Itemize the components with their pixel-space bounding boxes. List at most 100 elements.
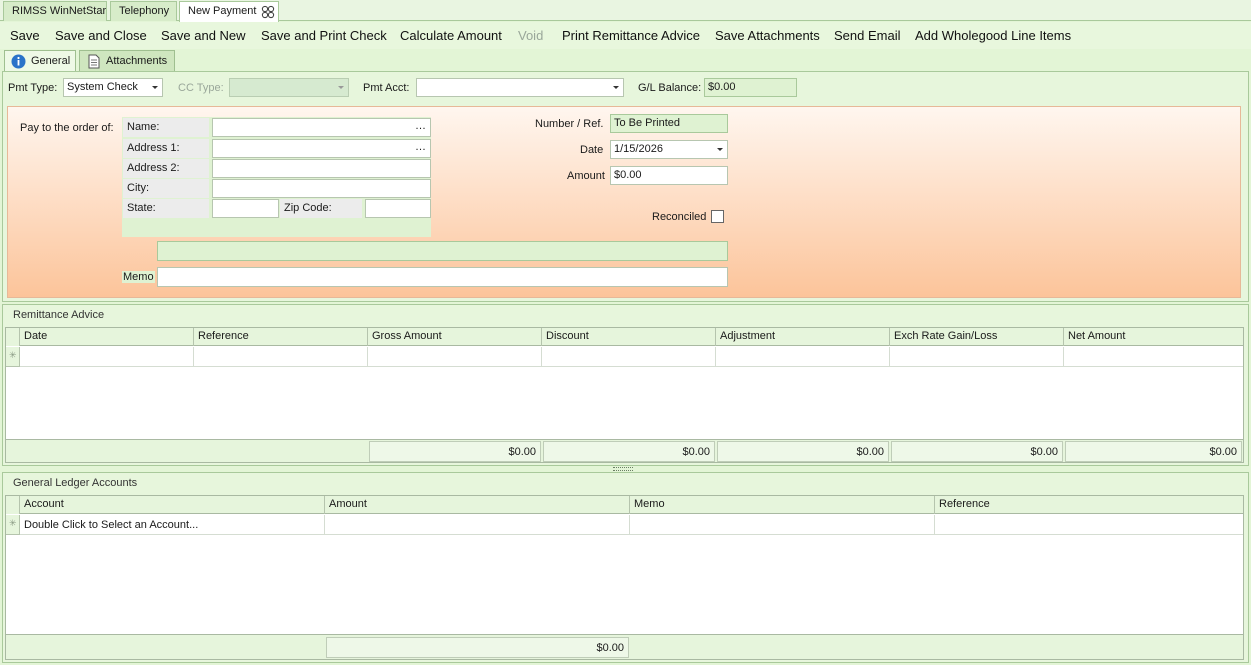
info-icon	[11, 54, 26, 69]
total-exch-rate: $0.00	[891, 441, 1063, 462]
row-indicator-header	[6, 496, 20, 514]
chevron-down-icon	[613, 86, 619, 89]
gl-balance-text: $0.00	[708, 81, 736, 93]
tab-general[interactable]: General	[4, 50, 76, 72]
col-gross-amount[interactable]: Gross Amount	[368, 328, 542, 346]
col-net-amount[interactable]: Net Amount	[1064, 328, 1243, 346]
tab-rimss-winnetstar[interactable]: RIMSS WinNetStar	[3, 1, 107, 21]
save-attachments-button[interactable]: Save Attachments	[715, 28, 820, 43]
date-label: Date	[580, 144, 604, 156]
browse-address-button[interactable]: …	[415, 141, 426, 153]
tab-attachments[interactable]: Attachments	[79, 50, 175, 71]
pmt-type-select[interactable]: System Check	[63, 78, 163, 97]
date-picker[interactable]: 1/15/2026	[610, 140, 728, 159]
col-date[interactable]: Date	[20, 328, 194, 346]
form-tab-strip: General Attachments	[0, 49, 1251, 72]
cc-type-select[interactable]	[229, 78, 349, 97]
new-row-cell[interactable]	[935, 515, 1243, 535]
reconciled-checkbox[interactable]	[711, 210, 724, 223]
save-and-new-button[interactable]: Save and New	[161, 28, 246, 43]
col-amount[interactable]: Amount	[325, 496, 630, 514]
new-row-cell[interactable]	[20, 347, 194, 367]
chevron-down-icon	[338, 86, 344, 89]
address1-field[interactable]: …	[212, 139, 431, 158]
reconciled-label: Reconciled	[652, 211, 707, 223]
amount-field[interactable]: $0.00	[610, 166, 728, 185]
tab-new-payment[interactable]: New Payment	[179, 1, 279, 22]
name-label: Name:	[123, 118, 209, 137]
pay-to-label: Pay to the order of:	[20, 122, 114, 134]
remittance-grid-header: Date Reference Gross Amount Discount Adj…	[6, 328, 1243, 346]
gl-grid-header: Account Amount Memo Reference	[6, 496, 1243, 514]
tab-general-label: General	[31, 55, 71, 67]
new-row-prompt: Double Click to Select an Account...	[24, 519, 199, 531]
send-email-button[interactable]: Send Email	[834, 28, 900, 43]
splitter-handle[interactable]	[613, 467, 633, 471]
void-button[interactable]: Void	[518, 28, 543, 43]
browse-name-button[interactable]: …	[415, 120, 426, 132]
col-adjustment[interactable]: Adjustment	[716, 328, 890, 346]
amount-value: $0.00	[614, 169, 642, 181]
new-row-indicator: ✳	[6, 347, 20, 367]
total-adjustment: $0.00	[717, 441, 889, 462]
print-remittance-advice-button[interactable]: Print Remittance Advice	[562, 28, 700, 43]
number-ref-label: Number / Ref.	[535, 118, 604, 130]
new-row-cell[interactable]	[325, 515, 630, 535]
save-and-close-button[interactable]: Save and Close	[55, 28, 147, 43]
city-field[interactable]	[212, 179, 431, 198]
asterisk-icon: ✳	[9, 350, 17, 360]
save-and-print-check-button[interactable]: Save and Print Check	[261, 28, 387, 43]
zip-field[interactable]	[365, 199, 431, 218]
document-icon	[86, 54, 101, 69]
gl-balance-value: $0.00	[704, 78, 797, 97]
document-tab-strip: RIMSS WinNetStar Telephony New Payment	[0, 0, 1251, 22]
total-gross-amount: $0.00	[369, 441, 541, 462]
new-account-cell[interactable]: Double Click to Select an Account...	[20, 515, 325, 535]
name-field[interactable]: …	[212, 118, 431, 137]
total-amount: $0.00	[326, 637, 629, 658]
new-row-cell[interactable]	[1064, 347, 1243, 367]
memo-field[interactable]	[157, 267, 728, 287]
total-net-amount: $0.00	[1065, 441, 1242, 462]
col-exch-rate[interactable]: Exch Rate Gain/Loss	[890, 328, 1064, 346]
state-label: State:	[123, 199, 209, 218]
remittance-grid: Date Reference Gross Amount Discount Adj…	[5, 327, 1244, 463]
tab-label: RIMSS WinNetStar	[12, 5, 107, 17]
address2-label: Address 2:	[123, 159, 209, 178]
col-memo[interactable]: Memo	[630, 496, 935, 514]
cc-type-label: CC Type:	[178, 82, 224, 94]
gl-grid: Account Amount Memo Reference ✳ Double C…	[5, 495, 1244, 660]
col-reference[interactable]: Reference	[935, 496, 1243, 514]
col-reference[interactable]: Reference	[194, 328, 368, 346]
pmt-type-label: Pmt Type:	[8, 82, 58, 94]
new-row-cell[interactable]	[194, 347, 368, 367]
save-button[interactable]: Save	[10, 28, 40, 43]
remittance-footer: $0.00 $0.00 $0.00 $0.00 $0.00	[6, 439, 1243, 462]
state-field[interactable]	[212, 199, 279, 218]
address-line-display	[157, 241, 728, 261]
add-wholegood-line-items-button[interactable]: Add Wholegood Line Items	[915, 28, 1071, 43]
new-row-indicator: ✳	[6, 515, 20, 535]
number-ref-field: To Be Printed	[610, 114, 728, 133]
pmt-acct-label: Pmt Acct:	[363, 82, 410, 94]
new-row-cell[interactable]	[890, 347, 1064, 367]
asterisk-icon: ✳	[9, 518, 17, 528]
chevron-down-icon	[152, 86, 158, 89]
col-discount[interactable]: Discount	[542, 328, 716, 346]
pmt-acct-select[interactable]	[416, 78, 624, 97]
new-row-cell[interactable]	[368, 347, 542, 367]
pmt-type-value: System Check	[67, 81, 138, 93]
zip-label: Zip Code:	[280, 199, 362, 218]
new-row-cell[interactable]	[542, 347, 716, 367]
tab-label: Telephony	[119, 5, 170, 17]
calculate-amount-button[interactable]: Calculate Amount	[400, 28, 502, 43]
new-row-cell[interactable]	[716, 347, 890, 367]
address2-field[interactable]	[212, 159, 431, 178]
col-account[interactable]: Account	[20, 496, 325, 514]
amount-label: Amount	[567, 170, 605, 182]
new-row-cell[interactable]	[630, 515, 935, 535]
pin-icon[interactable]	[261, 5, 275, 19]
tab-telephony[interactable]: Telephony	[110, 1, 177, 21]
tab-label: New Payment	[188, 5, 257, 17]
tab-attachments-label: Attachments	[106, 55, 168, 67]
